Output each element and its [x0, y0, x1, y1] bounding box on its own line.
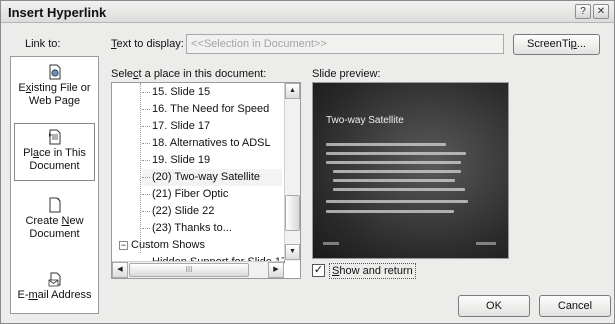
tree-item-slide-19[interactable]: 19. Slide 19 [142, 152, 210, 169]
insert-hyperlink-dialog: Insert Hyperlink ? ✕ Link to: Text to di… [0, 0, 615, 324]
tree-item-slide-18[interactable]: 18. Alternatives to ADSL [142, 135, 271, 152]
text-to-display-input[interactable]: <<Selection in Document>> [186, 34, 504, 54]
link-place-in-this-document[interactable]: Place in This Document [14, 123, 95, 181]
horizontal-scrollbar[interactable]: ◀ III ▶ [112, 261, 284, 278]
tree-item-slide-15[interactable]: 15. Slide 15 [142, 84, 210, 101]
show-and-return-label[interactable]: Show and return [329, 263, 416, 279]
link-email-label: E-mail Address [17, 289, 92, 301]
link-existing-label: Existing File or Web Page [18, 82, 91, 107]
scroll-left-icon[interactable]: ◀ [112, 262, 128, 278]
email-icon [48, 272, 60, 287]
title-bar: Insert Hyperlink ? ✕ [1, 1, 614, 23]
link-existing-file-or-web-page[interactable]: Existing File or Web Page [11, 64, 98, 114]
place-tree: 15. Slide 15 16. The Need for Speed 17. … [111, 82, 301, 279]
cancel-button[interactable]: Cancel [539, 295, 611, 317]
scroll-right-icon[interactable]: ▶ [268, 262, 284, 278]
horizontal-scroll-thumb[interactable]: III [129, 263, 249, 277]
select-place-label: Select a place in this document: [111, 68, 267, 80]
slide-preview: Two-way Satellite [312, 82, 509, 259]
link-create-new-document[interactable]: Create New Document [11, 197, 98, 247]
new-document-icon [49, 197, 60, 213]
scroll-down-icon[interactable]: ▼ [285, 244, 300, 260]
text-to-display-label: Text to display: [111, 38, 184, 50]
slide-preview-label: Slide preview: [312, 68, 381, 80]
ok-button[interactable]: OK [458, 295, 530, 317]
help-button[interactable]: ? [575, 4, 591, 19]
globe-page-icon [49, 64, 60, 80]
link-to-bar: Existing File or Web Page Place in This Do… [10, 56, 99, 314]
screentip-button[interactable]: ScreenTip... [513, 34, 600, 55]
link-to-label: Link to: [25, 38, 61, 50]
document-place-icon [48, 129, 60, 145]
tree-item-slide-20[interactable]: (20) Two-way Satellite [142, 169, 282, 186]
link-create-new-label: Create New Document [25, 215, 84, 240]
dialog-title: Insert Hyperlink [8, 5, 107, 20]
vertical-scroll-thumb[interactable] [285, 195, 300, 231]
vertical-scrollbar[interactable]: ▲ ▼ [284, 83, 300, 261]
tree-item-slide-21[interactable]: (21) Fiber Optic [142, 186, 228, 203]
tree-item-custom-shows[interactable]: − Custom Shows [119, 237, 205, 254]
tree-item-slide-17[interactable]: 17. Slide 17 [142, 118, 210, 135]
tree-item-slide-22[interactable]: (22) Slide 22 [142, 203, 214, 220]
close-button[interactable]: ✕ [593, 4, 609, 19]
tree-item-slide-16[interactable]: 16. The Need for Speed [142, 101, 269, 118]
link-email-address[interactable]: E-mail Address [11, 271, 98, 311]
collapse-icon[interactable]: − [119, 240, 128, 250]
tree-item-slide-23[interactable]: (23) Thanks to... [142, 220, 232, 237]
preview-slide-title: Two-way Satellite [326, 115, 404, 126]
link-place-label: Place in This Document [23, 147, 86, 172]
scroll-up-icon[interactable]: ▲ [285, 83, 300, 99]
show-and-return-checkbox[interactable]: ✓ [312, 264, 325, 277]
